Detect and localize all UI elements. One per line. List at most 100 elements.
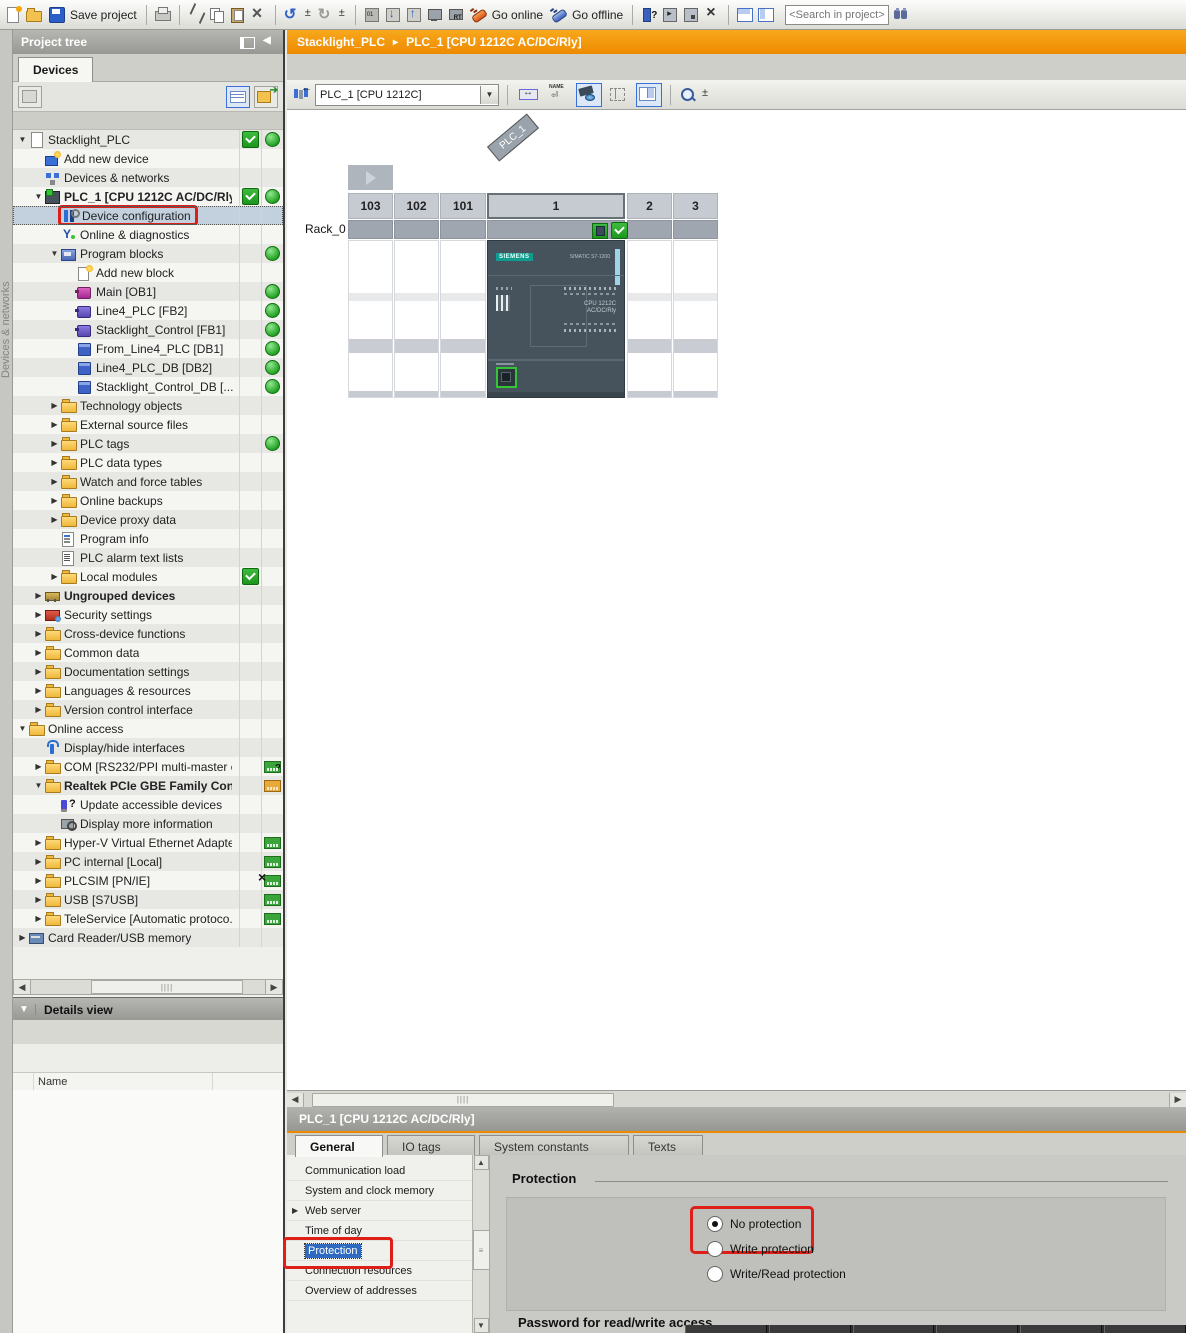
rack-slot-header[interactable]: 1 [487, 193, 625, 219]
chevron-right-icon[interactable]: ▶ [33, 591, 44, 600]
chevron-right-icon[interactable]: ▶ [17, 933, 28, 942]
panel-collapse-icon[interactable] [261, 36, 275, 48]
paste-icon[interactable] [229, 6, 247, 24]
radio-unselected-icon[interactable] [707, 1266, 723, 1282]
rack-slot-header[interactable]: 101 [440, 193, 486, 219]
chevron-right-icon[interactable]: ▶ [33, 610, 44, 619]
tree-item[interactable]: ▶Documentation settings [13, 662, 283, 681]
chevron-right-icon[interactable]: ▶ [33, 895, 44, 904]
chevron-right-icon[interactable]: ▶ [33, 686, 44, 695]
details-name-column[interactable]: Name [33, 1073, 212, 1090]
tree-item[interactable]: From_Line4_PLC [DB1] [13, 339, 283, 358]
tree-item[interactable]: ▼Program blocks [13, 244, 283, 263]
chevron-right-icon[interactable]: ▶ [49, 420, 60, 429]
undo-dropdown-icon[interactable] [304, 6, 314, 24]
chevron-right-icon[interactable]: ▶ [33, 648, 44, 657]
rack-slot-header[interactable]: 103 [348, 193, 393, 219]
tree-item[interactable]: Devices & networks [13, 168, 283, 187]
tree-item[interactable]: ▶Version control interface [13, 700, 283, 719]
network-view-icon[interactable] [293, 86, 311, 104]
properties-nav-scrollbar[interactable]: ▲ ≡ ▼ [473, 1155, 490, 1333]
scroll-left-icon[interactable]: ◀ [14, 980, 31, 994]
radio-selected-icon[interactable] [707, 1216, 723, 1232]
download-to-device-icon[interactable] [384, 6, 402, 24]
cut-icon[interactable] [187, 6, 205, 24]
chevron-down-icon[interactable]: ▼ [33, 192, 44, 201]
tree-item[interactable]: ▼PLC_1 [CPU 1212C AC/DC/Rly] [13, 187, 283, 206]
radio-no-protection[interactable]: No protection [707, 1216, 801, 1232]
properties-tab-io-tags[interactable]: IO tags [387, 1135, 475, 1157]
vertical-editor-tab[interactable]: Devices & networks [0, 180, 12, 480]
scroll-left-icon[interactable]: ◀ [287, 1093, 304, 1107]
details-view-header[interactable]: ▼ Details view [13, 997, 283, 1021]
chevron-right-icon[interactable]: ▶ [49, 477, 60, 486]
tree-item[interactable]: Display/hide interfaces [13, 738, 283, 757]
tree-item[interactable]: ▶Hyper-V Virtual Ethernet Adapter [13, 833, 283, 852]
tree-item[interactable]: Stacklight_Control [FB1] [13, 320, 283, 339]
tree-item[interactable]: ▶PLC tags [13, 434, 283, 453]
project-search-icon[interactable] [892, 6, 910, 24]
scroll-up-icon[interactable]: ▲ [474, 1155, 489, 1170]
redo-icon[interactable] [317, 6, 335, 24]
properties-nav-web-server[interactable]: ▶Web server [287, 1201, 472, 1221]
tree-item[interactable]: PLC alarm text lists [13, 548, 283, 567]
chevron-down-icon[interactable]: ▼ [17, 724, 28, 733]
radio-write-protection[interactable]: Write protection [707, 1241, 814, 1257]
copy-icon[interactable] [208, 6, 226, 24]
tree-item[interactable]: ▶TeleService [Automatic protoco... [13, 909, 283, 928]
rack-slot-body-cell[interactable] [673, 240, 718, 398]
scroll-down-icon[interactable]: ▼ [474, 1318, 489, 1333]
chevron-right-icon[interactable]: ▶ [33, 762, 44, 771]
tree-item[interactable]: ▶External source files [13, 415, 283, 434]
tree-item[interactable]: ▼Realtek PCIe GBE Family Con... [13, 776, 283, 795]
tree-item[interactable]: Stacklight_Control_DB [... [13, 377, 283, 396]
start-simulation-icon[interactable] [426, 6, 444, 24]
scroll-right-icon[interactable]: ▶ [265, 980, 282, 994]
rack-slot-body-cell[interactable] [348, 240, 393, 398]
cross-reference-icon[interactable] [703, 6, 721, 24]
tree-item[interactable]: Main [OB1] [13, 282, 283, 301]
rack-slot-header[interactable]: 3 [673, 193, 718, 219]
chevron-down-icon[interactable]: ▼ [480, 86, 498, 104]
grid-toggle-icon[interactable] [607, 84, 625, 102]
tree-item[interactable]: ▶Device proxy data [13, 510, 283, 529]
rack-slot-header[interactable]: 2 [627, 193, 672, 219]
rack-expand-button[interactable] [348, 165, 393, 190]
rack-slot-body-cell[interactable] [394, 240, 439, 398]
split-editor-horizontal-icon[interactable] [736, 6, 754, 24]
tab-devices[interactable]: Devices [18, 57, 93, 82]
chevron-right-icon[interactable]: ▶ [33, 838, 44, 847]
tree-item[interactable]: ▶Technology objects [13, 396, 283, 415]
tree-detail-view-icon[interactable] [226, 86, 250, 108]
chevron-right-icon[interactable]: ▶ [33, 857, 44, 866]
breadcrumb-device[interactable]: PLC_1 [CPU 1212C AC/DC/Rly] [406, 35, 582, 49]
rack-slot-body-cell[interactable] [440, 240, 486, 398]
tree-item[interactable]: ▶Languages & resources [13, 681, 283, 700]
go-online-button[interactable]: Go online [468, 4, 545, 26]
chevron-right-icon[interactable]: ▶ [49, 496, 60, 505]
compile-icon[interactable] [363, 6, 381, 24]
tree-export-icon[interactable] [254, 86, 278, 108]
breadcrumb-project[interactable]: Stacklight_PLC [297, 35, 385, 49]
tree-item[interactable]: ▼Online access [13, 719, 283, 738]
chevron-down-icon[interactable]: ▼ [49, 249, 60, 258]
chevron-right-icon[interactable]: ▶ [33, 876, 44, 885]
canvas-horizontal-scrollbar[interactable]: ◀ |||| ▶ [287, 1090, 1186, 1108]
chevron-right-icon[interactable]: ▶ [49, 439, 60, 448]
undo-icon[interactable] [283, 6, 301, 24]
radio-unselected-icon[interactable] [707, 1241, 723, 1257]
search-input[interactable] [785, 5, 889, 25]
device-selector[interactable]: PLC_1 [CPU 1212C] ▼ [315, 84, 499, 106]
delete-icon[interactable] [250, 6, 268, 24]
tree-item[interactable]: ▶Card Reader/USB memory [13, 928, 283, 947]
tree-options-icon[interactable] [18, 86, 42, 108]
scroll-thumb[interactable]: ≡ [473, 1230, 490, 1270]
tree-item[interactable]: Line4_PLC [FB2] [13, 301, 283, 320]
chevron-right-icon[interactable]: ▶ [292, 1206, 298, 1215]
chevron-right-icon[interactable]: ▶ [49, 458, 60, 467]
scroll-thumb[interactable]: |||| [312, 1093, 614, 1107]
chevron-right-icon[interactable]: ▶ [49, 401, 60, 410]
rack-slot-body-cell[interactable] [627, 240, 672, 398]
measure-icon[interactable] [517, 84, 535, 102]
tree-item[interactable]: ▶Security settings [13, 605, 283, 624]
